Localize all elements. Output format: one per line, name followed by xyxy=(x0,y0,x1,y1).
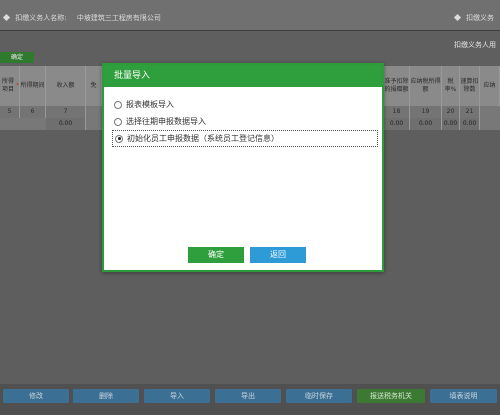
radio-button-selected[interactable] xyxy=(115,134,123,143)
option-previous-period-import[interactable]: 选择往期申报数据导入 xyxy=(114,113,380,130)
option-template-import[interactable]: 报表模板导入 xyxy=(114,96,380,113)
subheader-text: 扣缴义务人用 xyxy=(454,41,496,49)
batch-import-dialog: 批量导入 报表模板导入 选择往期申报数据导入 初始化员工申报数据（系统员工登记信… xyxy=(102,63,384,272)
table-header-cell: 速算扣除数 xyxy=(460,66,480,106)
option-label: 选择往期申报数据导入 xyxy=(126,117,206,126)
dialog-back-button[interactable]: 返回 xyxy=(250,247,306,263)
table-header-cell: 应纳 xyxy=(480,66,500,106)
top-header-bar: 扣缴义务人名称: 中坡建筑三工程房有限公司 扣缴义务 xyxy=(0,0,500,31)
diamond-icon xyxy=(453,13,461,22)
diamond-icon xyxy=(2,13,11,22)
table-cell[interactable]: 0.00 xyxy=(46,118,86,130)
table-cell: 18 xyxy=(384,106,410,118)
table-cell: 5 xyxy=(0,106,20,118)
top-right-info: 扣缴义务 xyxy=(453,13,494,23)
table-header-cell: 应纳税所得额 xyxy=(410,66,442,106)
table-cell[interactable]: 0.00 xyxy=(460,118,480,130)
option-label: 报表模板导入 xyxy=(126,100,174,109)
table-cell[interactable]: 0.00 xyxy=(410,118,442,130)
table-cell: 21 xyxy=(460,106,480,118)
table-header-cell: 税率% xyxy=(442,66,460,106)
table-header-cell: 所得期间 xyxy=(20,66,46,106)
temp-save-button[interactable]: 临时保存 xyxy=(286,389,352,403)
table-cell[interactable]: 0.00 xyxy=(442,118,460,130)
table-cell[interactable]: 0.00 xyxy=(384,118,410,130)
table-header-cell: 收入额 xyxy=(46,66,86,106)
delete-button[interactable]: 删除 xyxy=(73,389,139,403)
submit-tax-authority-button[interactable]: 报送税务机关 xyxy=(357,389,425,403)
table-header-cell: 所得项目 * xyxy=(0,66,20,106)
import-options: 报表模板导入 选择往期申报数据导入 初始化员工申报数据（系统员工登记信息） xyxy=(104,87,382,147)
top-right-label: 扣缴义务 xyxy=(466,14,494,22)
table-cell: 6 xyxy=(20,106,46,118)
withholding-agent-info: 扣缴义务人名称: 中坡建筑三工程房有限公司 xyxy=(2,13,161,23)
option-init-employee-data[interactable]: 初始化员工申报数据（系统员工登记信息） xyxy=(112,130,378,147)
dialog-ok-button[interactable]: 确定 xyxy=(188,247,244,263)
withholding-agent-label: 扣缴义务人名称: xyxy=(15,14,67,22)
option-label: 初始化员工申报数据（系统员工登记信息） xyxy=(127,134,279,143)
bottom-action-bar: 修改 删除 导入 导出 临时保存 报送税务机关 填表说明 xyxy=(0,384,500,415)
table-header-cell: 免 xyxy=(86,66,102,106)
modify-button[interactable]: 修改 xyxy=(3,389,69,403)
table-header-cell: 准予扣除的捐赠额 xyxy=(384,66,410,106)
table-cell: 19 xyxy=(410,106,442,118)
confirm-tab[interactable]: 确定 xyxy=(0,52,34,63)
table-cell: 7 xyxy=(46,106,86,118)
dialog-title: 批量导入 xyxy=(104,65,382,87)
table-cell: 20 xyxy=(442,106,460,118)
fill-instructions-button[interactable]: 填表说明 xyxy=(430,389,497,403)
company-name: 中坡建筑三工程房有限公司 xyxy=(76,14,161,22)
radio-button[interactable] xyxy=(114,117,122,126)
import-button[interactable]: 导入 xyxy=(144,389,210,403)
radio-button[interactable] xyxy=(114,100,122,109)
export-button[interactable]: 导出 xyxy=(215,389,281,403)
